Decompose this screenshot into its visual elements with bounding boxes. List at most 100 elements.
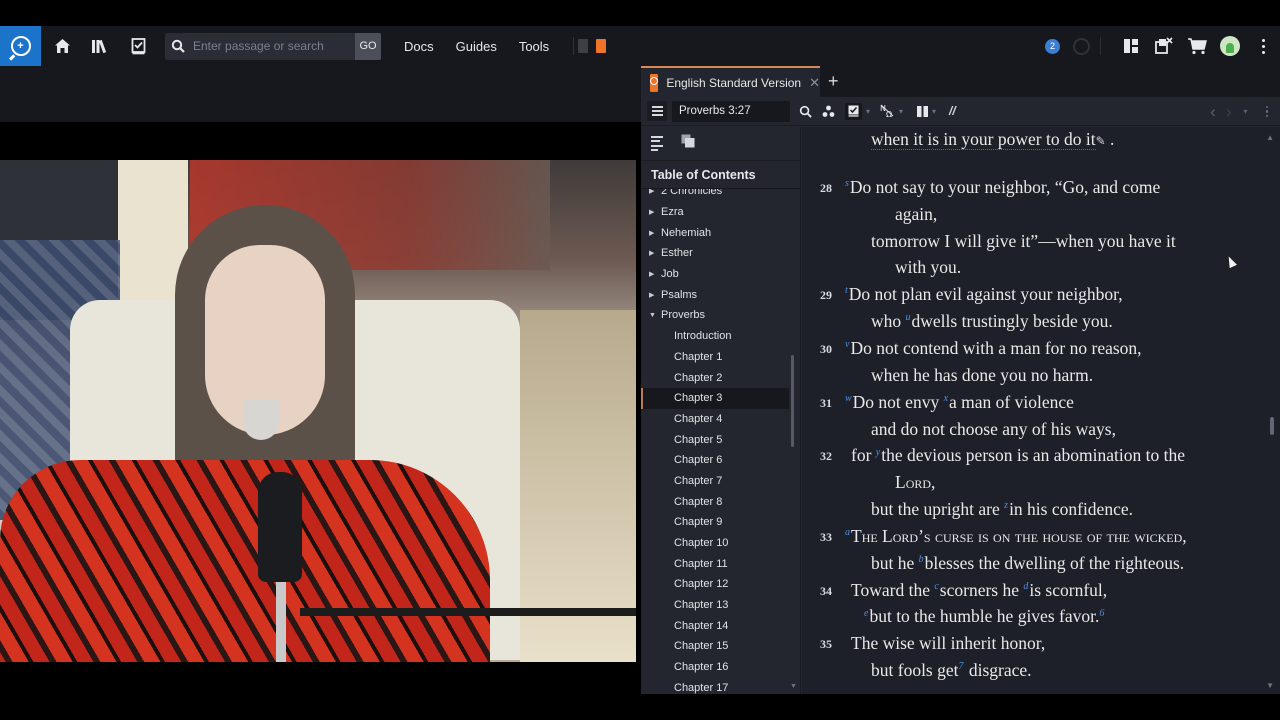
more-options-button[interactable] (1246, 38, 1280, 54)
verse-text: scorners he (939, 579, 1024, 600)
toc-item-chapter-8[interactable]: Chapter 8 (641, 491, 801, 512)
toc-scrollbar[interactable] (791, 355, 794, 447)
footnote-marker[interactable]: 7 (959, 661, 964, 672)
verse-number[interactable]: 32 (820, 449, 832, 464)
verse-number[interactable]: 35 (820, 637, 832, 652)
footnote-marker[interactable]: z (1004, 500, 1008, 511)
chevron-down-icon[interactable]: ▾ (866, 107, 870, 116)
verse-number[interactable]: 31 (820, 396, 832, 411)
footnote-marker[interactable]: d (1023, 581, 1028, 592)
verse-number[interactable]: 34 (820, 584, 832, 599)
caret-right-icon: ▶ (649, 209, 655, 217)
verse-number[interactable]: 33 (820, 530, 832, 545)
toc-book-proverbs[interactable]: ▼ Proverbs (641, 305, 801, 326)
esv-book-icon (650, 73, 659, 92)
toc-scroll-down-icon[interactable]: ▼ (790, 683, 797, 690)
microphone (258, 472, 302, 582)
toc-item-chapter-12[interactable]: Chapter 12 (641, 574, 801, 595)
toc-list-button[interactable] (651, 136, 663, 151)
footnote-marker[interactable]: c (934, 581, 938, 592)
reading-plan-button[interactable] (119, 26, 157, 66)
toc-item-chapter-1[interactable]: Chapter 1 (641, 347, 801, 368)
go-button[interactable]: GO (355, 32, 381, 60)
tools-menu[interactable]: Tools (519, 39, 549, 54)
verse-number[interactable]: 29 (820, 288, 832, 303)
verse-number[interactable]: 28 (820, 181, 832, 196)
library-icon (92, 39, 107, 53)
reader-scrollbar[interactable] (1270, 417, 1274, 435)
note-pen-icon[interactable]: ✎ (1096, 134, 1106, 148)
parallel-resources-button[interactable]: // (949, 97, 956, 126)
toc-item-chapter-9[interactable]: Chapter 9 (641, 512, 801, 533)
scroll-down-icon[interactable]: ▼ (1266, 681, 1274, 690)
close-all-panels-button[interactable] (1147, 26, 1180, 66)
toc-book-ezra[interactable]: ▶ Ezra (641, 202, 801, 223)
toc-item-chapter-13[interactable]: Chapter 13 (641, 595, 801, 616)
footnote-marker[interactable]: e (864, 608, 868, 619)
toc-item-chapter-15[interactable]: Chapter 15 (641, 636, 801, 657)
guides-menu[interactable]: Guides (456, 39, 497, 54)
columns-button[interactable]: ▾ (917, 97, 936, 126)
footnote-marker[interactable]: x (944, 393, 948, 404)
toc-item-chapter-10[interactable]: Chapter 10 (641, 533, 801, 554)
layouts-button[interactable] (1114, 26, 1147, 66)
toc-item-chapter-3[interactable]: Chapter 3 (641, 387, 789, 409)
toc-book-nehemiah[interactable]: ▶ Nehemiah (641, 222, 801, 243)
footnote-marker[interactable]: s (845, 178, 849, 189)
logos-home-button[interactable]: + (0, 26, 41, 66)
account-button[interactable] (1213, 26, 1246, 66)
close-tab-icon[interactable]: ✕ (809, 75, 820, 91)
toc-book-job[interactable]: ▶ Job (641, 264, 801, 285)
panel-more-button[interactable] (1265, 105, 1268, 118)
notification-badge[interactable]: 2 (1045, 38, 1060, 54)
verse-text: disgrace. (964, 660, 1032, 681)
home-button[interactable] (43, 26, 81, 66)
toc-item-chapter-2[interactable]: Chapter 2 (641, 367, 801, 388)
footnote-marker[interactable]: b (919, 554, 924, 565)
verse-number[interactable]: 30 (820, 342, 832, 357)
search-in-resource-button[interactable] (799, 97, 812, 126)
toc-item-chapter-17[interactable]: Chapter 17 (641, 678, 801, 695)
toc-item-chapter-11[interactable]: Chapter 11 (641, 553, 801, 574)
scroll-up-icon[interactable]: ▲ (1266, 133, 1274, 142)
toc-item-chapter-6[interactable]: Chapter 6 (641, 450, 801, 471)
footnote-marker[interactable]: u (906, 312, 911, 323)
add-tab-button[interactable]: + (828, 71, 839, 92)
verse-continuation-line: again, (895, 204, 937, 225)
footnote-marker[interactable]: 6 (1099, 608, 1104, 619)
toc-book-psalms[interactable]: ▶ Psalms (641, 284, 801, 305)
forward-button[interactable]: › (1226, 102, 1232, 122)
reading-view-button[interactable]: ▾ (845, 97, 870, 126)
footnote-marker[interactable]: v (845, 339, 849, 350)
library-button[interactable] (81, 26, 119, 66)
toc-item-introduction[interactable]: Introduction (641, 326, 801, 347)
toc-book-2-chronicles[interactable]: ▶ 2 Chronicles (641, 189, 801, 202)
store-button[interactable] (1180, 26, 1213, 66)
footnote-marker[interactable]: w (845, 393, 852, 404)
toc-item-chapter-4[interactable]: Chapter 4 (641, 409, 801, 430)
back-button[interactable]: ‹ (1210, 102, 1216, 122)
reference-input[interactable] (672, 100, 790, 122)
footnote-marker[interactable]: y (876, 447, 880, 458)
chevron-down-icon[interactable]: ▾ (932, 107, 936, 116)
footnote-marker[interactable]: a (845, 527, 850, 538)
toc-item-chapter-14[interactable]: Chapter 14 (641, 615, 801, 636)
toc-item-chapter-16[interactable]: Chapter 16 (641, 657, 801, 678)
verse-text: in his confidence. (1009, 499, 1133, 520)
toc-book-esther[interactable]: ▶ Esther (641, 243, 801, 264)
toc-item-chapter-7[interactable]: Chapter 7 (641, 471, 801, 492)
docs-menu[interactable]: Docs (404, 39, 434, 54)
footnote-marker[interactable]: t (845, 285, 848, 296)
sync-status-icon[interactable] (1073, 37, 1090, 55)
interlinear-button[interactable]: NΩ ▾ (880, 97, 903, 126)
passage-search-input[interactable] (191, 39, 355, 53)
visual-filters-button[interactable] (822, 97, 835, 126)
esv-mini-tab[interactable] (596, 39, 607, 53)
history-dropdown[interactable]: ▾ (1243, 107, 1247, 116)
toc-item-chapter-5[interactable]: Chapter 5 (641, 429, 801, 450)
copy-pages-button[interactable] (681, 134, 695, 153)
panel-menu-button[interactable] (647, 101, 667, 121)
tab-esv[interactable]: English Standard Version ✕ (641, 66, 820, 97)
chevron-down-icon[interactable]: ▾ (899, 107, 903, 116)
layout-mini-tab[interactable] (578, 39, 589, 53)
